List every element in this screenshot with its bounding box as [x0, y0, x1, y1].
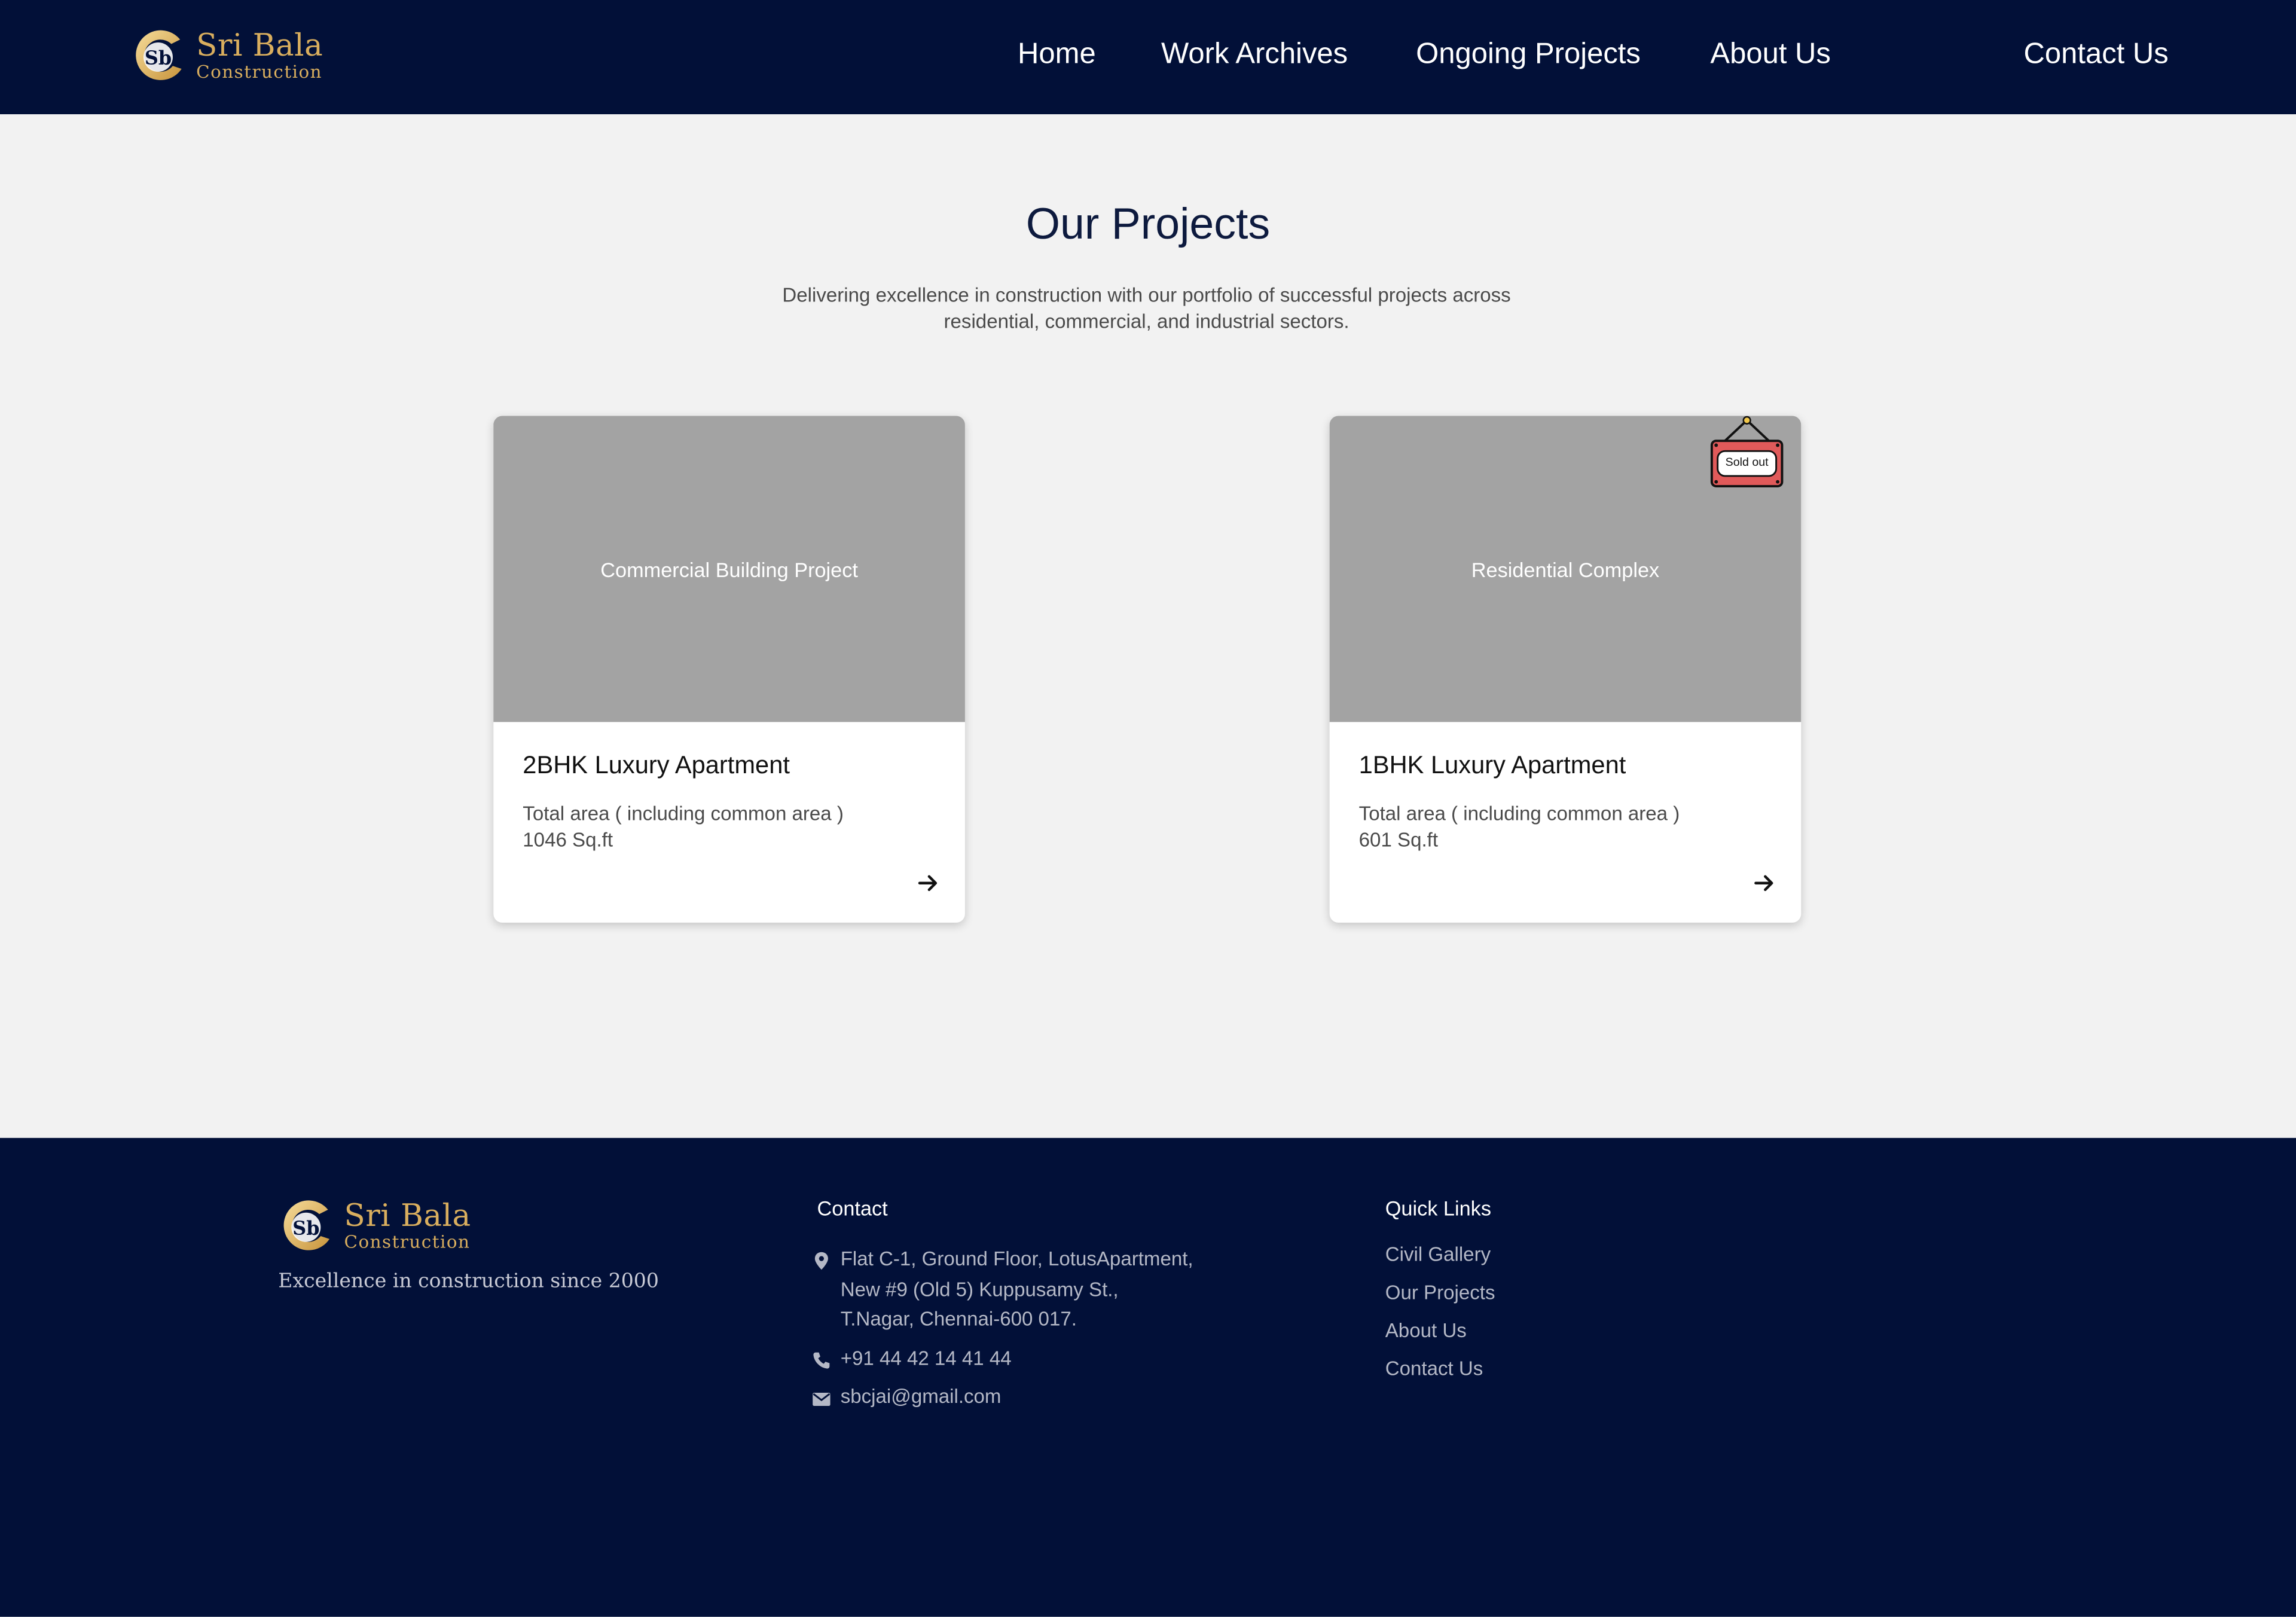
project-area-label: Total area ( including common area ) — [523, 803, 844, 825]
brand-subtitle: Construction — [196, 61, 323, 83]
address-line: Flat C-1, Ground Floor, LotusApartment, — [840, 1247, 1193, 1270]
address-line: New #9 (Old 5) Kuppusamy St., — [840, 1277, 1119, 1300]
logo-mark-icon: Sb — [283, 1200, 330, 1250]
project-area-value: 601 Sq.ft — [1358, 829, 1439, 851]
footer-link-civil-gallery[interactable]: Civil Gallery — [1385, 1243, 1491, 1265]
footer-quick-links-heading: Quick Links — [1385, 1196, 1491, 1221]
footer-tagline: Excellence in construction since 2000 — [278, 1270, 659, 1293]
page-subtitle: Delivering excellence in construction wi… — [732, 283, 1561, 335]
nav-work-archives[interactable]: Work Archives — [1161, 38, 1348, 72]
nav-ongoing-projects[interactable]: Ongoing Projects — [1416, 38, 1641, 72]
footer-brand-title: Sri Bala — [344, 1198, 471, 1234]
footer-phone[interactable]: +91 44 42 14 41 44 — [841, 1344, 1012, 1374]
project-title: 1BHK Luxury Apartment — [1358, 751, 1626, 779]
project-card[interactable]: Residential Complex Sold out 1BHK Luxury… — [1329, 416, 1802, 923]
footer-contact-heading: Contact — [817, 1196, 888, 1221]
page-title: Our Projects — [1025, 200, 1271, 249]
sold-out-sign-icon: Sold out — [1709, 416, 1785, 492]
project-image-label: Residential Complex — [1471, 557, 1660, 581]
logo-mark-icon: Sb — [136, 30, 182, 80]
arrow-right-icon[interactable] — [1752, 871, 1776, 895]
nav-about-us[interactable]: About Us — [1710, 38, 1830, 72]
project-image-placeholder: Commercial Building Project — [493, 416, 965, 722]
project-area-label: Total area ( including common area ) — [1358, 803, 1680, 825]
footer-brand-subtitle: Construction — [344, 1231, 471, 1252]
footer-email[interactable]: sbcjai@gmail.com — [841, 1383, 1002, 1412]
project-card[interactable]: Commercial Building Project 2BHK Luxury … — [493, 416, 965, 923]
footer-link-about-us[interactable]: About Us — [1385, 1320, 1467, 1342]
site-footer: Sb Sri Bala Construction Excellence in c… — [0, 1137, 2296, 1617]
nav-home[interactable]: Home — [1018, 38, 1096, 72]
project-area: Total area ( including common area ) 601… — [1359, 801, 1680, 854]
project-area-value: 1046 Sq.ft — [523, 829, 613, 851]
project-title: 2BHK Luxury Apartment — [523, 751, 790, 779]
address-line: T.Nagar, Chennai-600 017. — [840, 1307, 1077, 1330]
footer-address: Flat C-1, Ground Floor, LotusApartment, … — [841, 1245, 1193, 1335]
top-navbar: Sb Sri Bala Construction Home Work Archi… — [0, 0, 2296, 115]
project-image-label: Commercial Building Project — [600, 557, 858, 581]
footer-link-our-projects[interactable]: Our Projects — [1385, 1282, 1495, 1304]
nav-contact-us[interactable]: Contact Us — [2024, 38, 2169, 72]
svg-text:Sb: Sb — [145, 47, 172, 69]
footer-brand-logo[interactable]: Sb Sri Bala Construction — [280, 1198, 471, 1253]
brand-title: Sri Bala — [196, 28, 323, 63]
page-subtitle-line1: Delivering excellence in construction wi… — [782, 284, 1511, 306]
page-subtitle-line2: residential, commercial, and industrial … — [944, 310, 1349, 332]
sold-out-label: Sold out — [1725, 455, 1769, 469]
project-area: Total area ( including common area ) 104… — [523, 801, 844, 854]
phone-icon — [813, 1352, 830, 1369]
footer-link-contact-us[interactable]: Contact Us — [1385, 1357, 1483, 1380]
location-pin-icon — [814, 1252, 828, 1270]
arrow-right-icon[interactable] — [917, 871, 940, 895]
mail-icon — [813, 1392, 831, 1407]
svg-text:Sb: Sb — [292, 1217, 319, 1240]
brand-logo[interactable]: Sb Sri Bala Construction — [132, 28, 323, 84]
